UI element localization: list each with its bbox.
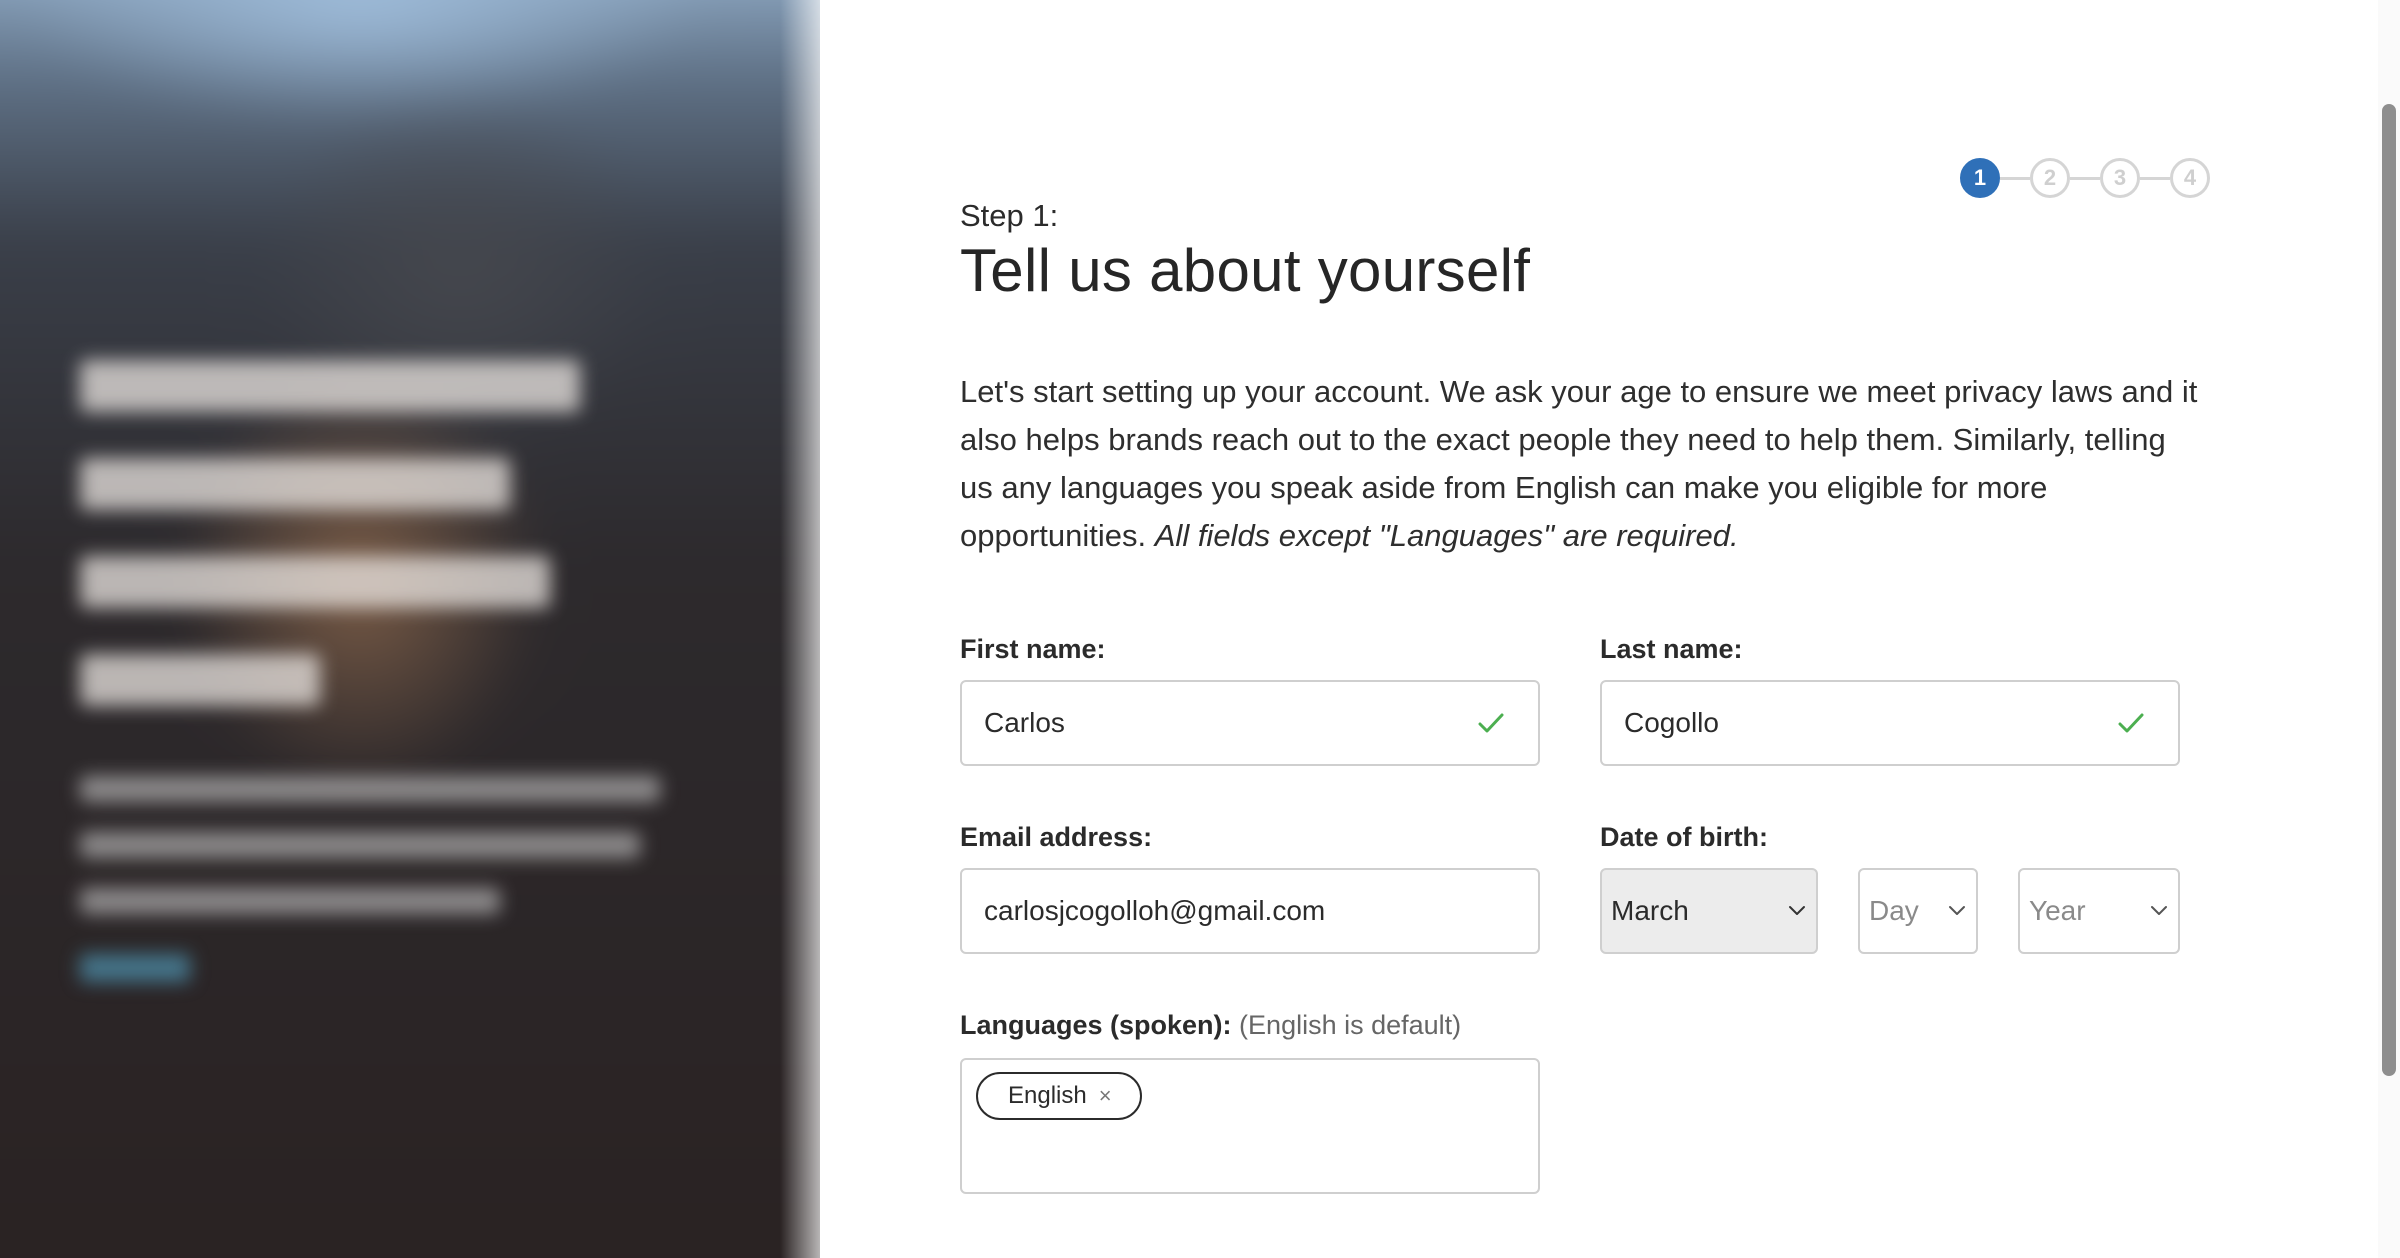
step-connector	[2140, 176, 2170, 180]
first-name-label: First name:	[960, 634, 1106, 664]
close-icon[interactable]: ×	[1099, 1085, 1112, 1107]
dob-day-select[interactable]: Day	[1858, 868, 1978, 954]
signup-step-panel: 1 2 3 4 Step 1: Tell us about yourself L…	[960, 0, 2220, 1258]
languages-label: Languages (spoken): (English is default)	[960, 1010, 1461, 1041]
hero-blurred-content	[80, 360, 660, 982]
email-field[interactable]: carlosjcogolloh@gmail.com	[960, 868, 1540, 954]
dob-month-select[interactable]: March	[1600, 868, 1818, 954]
intro-paragraph: Let's start setting up your account. We …	[960, 368, 2200, 560]
step-connector	[2070, 176, 2100, 180]
chevron-down-icon	[2148, 900, 2170, 922]
language-tag-label: English	[1008, 1082, 1087, 1109]
last-name-label: Last name:	[1600, 634, 1743, 664]
last-name-value: Cogollo	[1624, 707, 1719, 738]
hero-fade-edge	[780, 0, 820, 1258]
check-icon	[2116, 708, 2146, 738]
language-tag: English ×	[976, 1072, 1142, 1120]
step-label: Step 1:	[960, 198, 1059, 233]
email-value: carlosjcogolloh@gmail.com	[984, 895, 1326, 926]
step-indicator-3: 3	[2100, 158, 2140, 198]
email-label: Email address:	[960, 822, 1153, 852]
languages-hint: (English is default)	[1239, 1010, 1462, 1040]
first-name-value: Carlos	[984, 707, 1065, 738]
progress-stepper: 1 2 3 4	[1960, 158, 2210, 198]
page-title: Tell us about yourself	[960, 237, 1531, 304]
dob-year-select[interactable]: Year	[2018, 868, 2180, 954]
dob-year-placeholder: Year	[2029, 895, 2086, 926]
scrollbar-thumb[interactable]	[2382, 104, 2396, 1076]
languages-field[interactable]: English ×	[960, 1058, 1540, 1194]
dob-label: Date of birth:	[1600, 822, 1768, 852]
languages-label-text: Languages (spoken):	[960, 1010, 1232, 1040]
chevron-down-icon	[1786, 900, 1808, 922]
required-fields-note: All fields except "Languages" are requir…	[1154, 518, 1739, 553]
hero-image-panel	[0, 0, 820, 1258]
step-indicator-4: 4	[2170, 158, 2210, 198]
page-scrollbar[interactable]	[2378, 0, 2400, 1258]
last-name-field[interactable]: Cogollo	[1600, 680, 2180, 766]
step-indicator-1: 1	[1960, 158, 2000, 198]
check-icon	[1476, 708, 1506, 738]
chevron-down-icon	[1946, 900, 1968, 922]
dob-day-placeholder: Day	[1869, 895, 1919, 926]
first-name-field[interactable]: Carlos	[960, 680, 1540, 766]
step-indicator-2: 2	[2030, 158, 2070, 198]
step-connector	[2000, 176, 2030, 180]
dob-month-value: March	[1611, 895, 1689, 926]
